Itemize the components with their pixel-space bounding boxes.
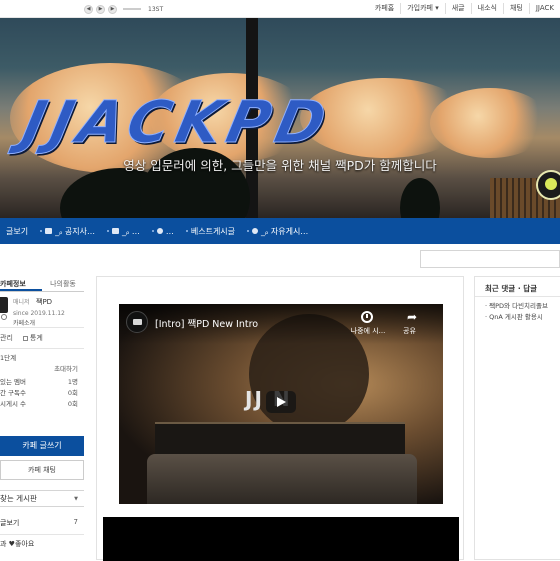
circle-icon — [252, 228, 259, 234]
stats-row-label: 시게시 수 — [0, 400, 26, 408]
recent-comment-item[interactable]: · QnA 게시판 활용시 — [475, 312, 560, 323]
likes-label: 과 ♥좋아요 — [0, 540, 35, 548]
flag-icon — [45, 228, 53, 234]
stats-row-value: 1명 — [67, 378, 78, 386]
stats-link[interactable]: 통계 — [22, 333, 43, 343]
menu-item-all-posts[interactable]: 글보기 — [0, 226, 34, 237]
menu-item-label: _ᵨ 자유게시… — [261, 226, 309, 236]
video-scene-bowl — [147, 454, 417, 504]
cafe-logo: JJACKPD — [16, 88, 338, 157]
cafe-slogan: 영상 입문러에 의한, 그들만을 위한 채널 짹PD가 함께합니다 — [123, 158, 437, 173]
share-label[interactable]: 공유 — [403, 326, 416, 336]
favorite-boards-label: 찾는 게시판 — [0, 494, 37, 503]
top-bar: ◀ ▶ ▶ 13ST 카페홈 가입카페 ▾ 새글 내소식 채팅 JJACK — [0, 0, 560, 18]
bgm-player: ◀ ▶ ▶ 13ST — [84, 3, 163, 15]
all-posts-link[interactable]: 글보기 7 — [0, 518, 84, 528]
admin-link[interactable]: 관리 — [0, 333, 13, 343]
recent-comments-panel: 최근 댓글 · 답글 · 짹PD와 다빈치리졸브 · QnA 게시판 활용시 — [474, 276, 560, 560]
volume-slider[interactable] — [123, 8, 141, 10]
stats-row-label: 간 구독수 — [0, 389, 26, 397]
menu-item-label: … — [165, 226, 174, 236]
video-title[interactable]: [Intro] 짹PD New Intro — [155, 316, 258, 330]
menu-item-label: 베스트게시글 — [190, 226, 236, 236]
stats-row-value: 0회 — [67, 389, 78, 397]
menu-bar: 글보기 _ᵨ 공지사… _ᵨ … … 베스트게시글 _ᵨ 자유게시… — [0, 218, 560, 244]
main-content: [Intro] 짹PD New Intro 나중에 시... ➦ 공유 JJ N — [96, 276, 464, 561]
tab-my-activity[interactable]: 나의활동 — [42, 276, 84, 291]
search-input[interactable] — [420, 250, 560, 268]
admin-label: 관리 — [0, 334, 13, 342]
bullet-icon — [40, 230, 43, 232]
favorite-boards-dropdown[interactable]: 찾는 게시판 ▼ — [0, 490, 84, 507]
manager-badge-icon — [1, 314, 7, 320]
stats-level-row: 1단계 — [0, 353, 84, 364]
stats-icon — [22, 335, 28, 341]
stats-row: 시게시 수 0회 — [0, 399, 84, 410]
menu-item-board-3[interactable]: … — [146, 227, 180, 236]
all-posts-count: 7 — [73, 518, 78, 526]
likes-link[interactable]: 과 ♥좋아요 — [0, 534, 84, 552]
profile-since: since 2019.11.12 — [13, 310, 65, 317]
stats-row-label: 있는 멤버 — [0, 378, 26, 386]
second-video-player[interactable] — [103, 517, 459, 561]
sidebar-tabs: 카페정보 나의활동 — [0, 276, 84, 292]
youtube-video-player[interactable]: [Intro] 짹PD New Intro 나중에 시... ➦ 공유 JJ N — [119, 304, 443, 504]
menu-item-board-2[interactable]: _ᵨ … — [101, 227, 146, 236]
stats-row-value: 0회 — [67, 400, 78, 408]
cafe-stats: 1단계 초대하기 있는 멤버 1명 간 구독수 0회 시게시 수 0회 — [0, 349, 84, 410]
profile-role: 매니저 — [13, 299, 30, 306]
recent-comments-title: 최근 댓글 · 답글 — [475, 277, 560, 297]
prev-track-button[interactable]: ◀ — [84, 4, 93, 14]
cafe-intro-link[interactable]: 카페소개 — [13, 318, 35, 327]
nav-new-posts[interactable]: 새글 — [444, 3, 471, 14]
share-icon[interactable]: ➦ — [407, 310, 417, 324]
profile-name[interactable]: 짹PD — [36, 297, 52, 307]
cafe-sidebar: 카페정보 나의활동 매니저 짹PD since 2019.11.12 카페소개 … — [0, 276, 84, 560]
cafe-banner: JJACKPD 영상 입문러에 의한, 그들만을 위한 채널 짹PD가 함께합니… — [0, 18, 560, 218]
menu-item-label: 글보기 — [6, 226, 29, 236]
stats-label: 통계 — [29, 334, 43, 342]
cafe-level: 1단계 — [0, 354, 17, 362]
avatar[interactable] — [0, 297, 8, 313]
nav-user[interactable]: JJACK — [528, 3, 560, 14]
write-post-button[interactable]: 카페 글쓰기 — [0, 436, 84, 456]
person-silhouette — [400, 178, 440, 218]
clock-icon[interactable] — [361, 311, 373, 323]
nav-chat[interactable]: 채팅 — [502, 3, 529, 14]
menu-item-label: _ᵨ … — [122, 226, 140, 236]
top-nav: 카페홈 가입카페 ▾ 새글 내소식 채팅 JJACK — [369, 3, 560, 14]
nav-my-news[interactable]: 내소식 — [470, 3, 503, 14]
recent-comment-item[interactable]: · 짹PD와 다빈치리졸브 — [475, 301, 560, 312]
manager-profile: 매니저 짹PD since 2019.11.12 카페소개 — [0, 292, 84, 328]
channel-avatar-icon[interactable] — [126, 311, 148, 333]
cloud-shape — [430, 88, 550, 158]
track-label: 13ST — [148, 5, 164, 13]
invite-link[interactable]: 초대하기 — [54, 364, 78, 375]
emoji-icon — [156, 228, 163, 234]
menu-item-best[interactable]: 베스트게시글 — [180, 226, 241, 237]
play-button[interactable]: ▶ — [96, 4, 105, 14]
cafe-chat-button[interactable]: 카페 채팅 — [0, 460, 84, 480]
stats-invite-row: 초대하기 — [0, 364, 84, 375]
next-track-button[interactable]: ▶ — [108, 4, 117, 14]
chevron-down-icon: ▼ — [74, 496, 78, 502]
stats-row: 간 구독수 0회 — [0, 388, 84, 399]
stats-row: 있는 멤버 1명 — [0, 377, 84, 388]
all-posts-label: 글보기 — [0, 519, 20, 527]
play-icon[interactable] — [266, 391, 296, 413]
watch-later-label[interactable]: 나중에 시... — [348, 326, 388, 336]
bullet-icon — [151, 230, 154, 232]
check-icon — [112, 228, 120, 234]
emblem-icon[interactable] — [536, 170, 560, 200]
tab-cafe-info[interactable]: 카페정보 — [0, 276, 42, 291]
menu-item-free[interactable]: _ᵨ 자유게시… — [241, 226, 314, 237]
admin-row: 관리 통계 — [0, 328, 84, 349]
bullet-icon — [185, 230, 188, 232]
nav-cafe-home[interactable]: 카페홈 — [369, 3, 400, 14]
bullet-icon — [107, 230, 110, 232]
nav-joined-cafes[interactable]: 가입카페 ▾ — [400, 3, 445, 14]
bullet-icon — [247, 230, 250, 232]
menu-item-notice[interactable]: _ᵨ 공지사… — [34, 226, 101, 237]
menu-item-label: _ᵨ 공지사… — [55, 226, 96, 236]
